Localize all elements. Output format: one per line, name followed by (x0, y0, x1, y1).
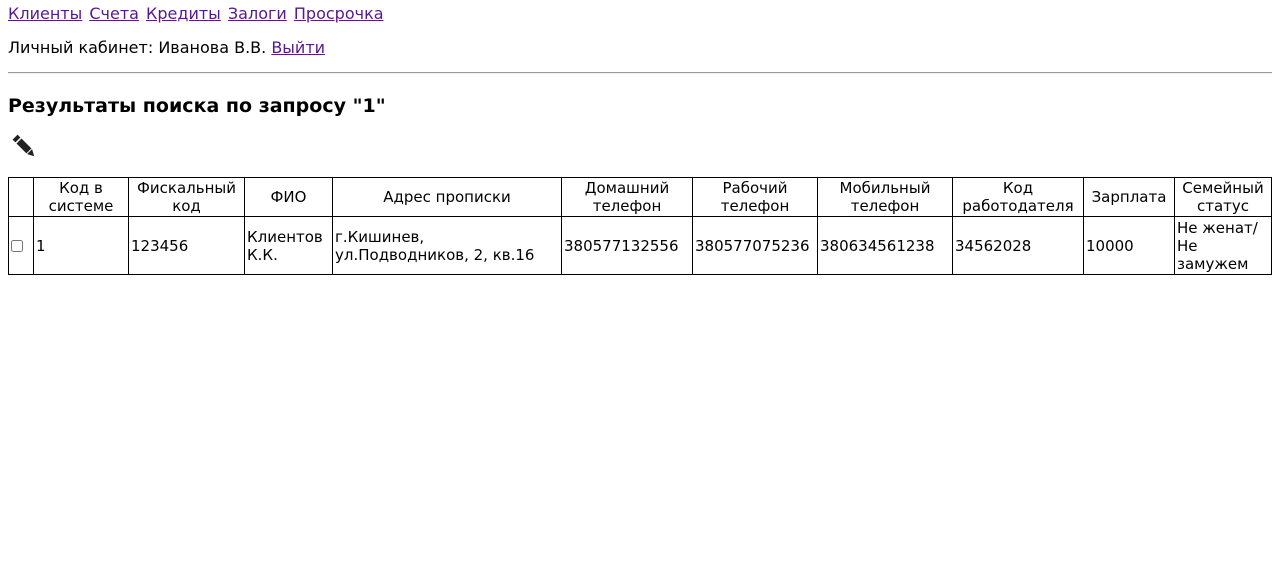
account-user-name: Иванова В.В. (158, 38, 267, 57)
column-header-home-phone: Домашний телефон (561, 177, 693, 217)
nav-link-credits[interactable]: Кредиты (146, 4, 221, 23)
table-header-row: Код в системе Фискальный код ФИО Адрес п… (8, 177, 1272, 217)
nav-link-accounts[interactable]: Счета (89, 4, 139, 23)
cell-id: 1 (33, 216, 129, 275)
search-results-table: Код в системе Фискальный код ФИО Адрес п… (8, 177, 1272, 275)
account-prefix: Личный кабинет: (8, 38, 154, 57)
row-select-checkbox[interactable] (11, 240, 23, 252)
column-header-fiscal-code: Фискальный код (128, 177, 245, 217)
cell-salary: 10000 (1083, 216, 1175, 275)
table-row: 1 123456 Клиентов К.К. г.Кишинев, ул.Под… (8, 216, 1272, 275)
column-header-name: ФИО (244, 177, 333, 217)
cell-address: г.Кишинев, ул.Подводников, 2, кв.16 (332, 216, 562, 275)
column-header-work-phone: Рабочий телефон (692, 177, 818, 217)
edit-button[interactable] (12, 134, 38, 160)
top-navigation: Клиенты Счета Кредиты Залоги Просрочка (8, 4, 386, 24)
page-title: Результаты поиска по запросу "1" (8, 95, 386, 117)
cell-employer-code: 34562028 (952, 216, 1084, 275)
nav-link-clients[interactable]: Клиенты (8, 4, 82, 23)
cell-fiscal-code: 123456 (128, 216, 245, 275)
column-header-id: Код в системе (33, 177, 129, 217)
cell-name: Клиентов К.К. (244, 216, 333, 275)
cell-home-phone: 380577132556 (561, 216, 693, 275)
column-header-marital-status: Семейный статус (1174, 177, 1272, 217)
column-header-salary: Зарплата (1083, 177, 1175, 217)
nav-link-collateral[interactable]: Залоги (228, 4, 287, 23)
horizontal-divider (8, 72, 1272, 74)
cell-mobile-phone: 380634561238 (817, 216, 953, 275)
column-header-address: Адрес прописки (332, 177, 562, 217)
column-header-select (8, 177, 34, 217)
column-header-mobile-phone: Мобильный телефон (817, 177, 953, 217)
row-select-cell (8, 216, 34, 275)
column-header-employer-code: Код работодателя (952, 177, 1084, 217)
cell-marital-status: Не женат/Не замужем (1174, 216, 1272, 275)
nav-link-overdue[interactable]: Просрочка (294, 4, 384, 23)
cell-work-phone: 380577075236 (692, 216, 818, 275)
logout-link[interactable]: Выйти (271, 38, 325, 57)
account-bar: Личный кабинет: Иванова В.В. Выйти (8, 38, 325, 58)
pencil-icon (12, 134, 35, 157)
